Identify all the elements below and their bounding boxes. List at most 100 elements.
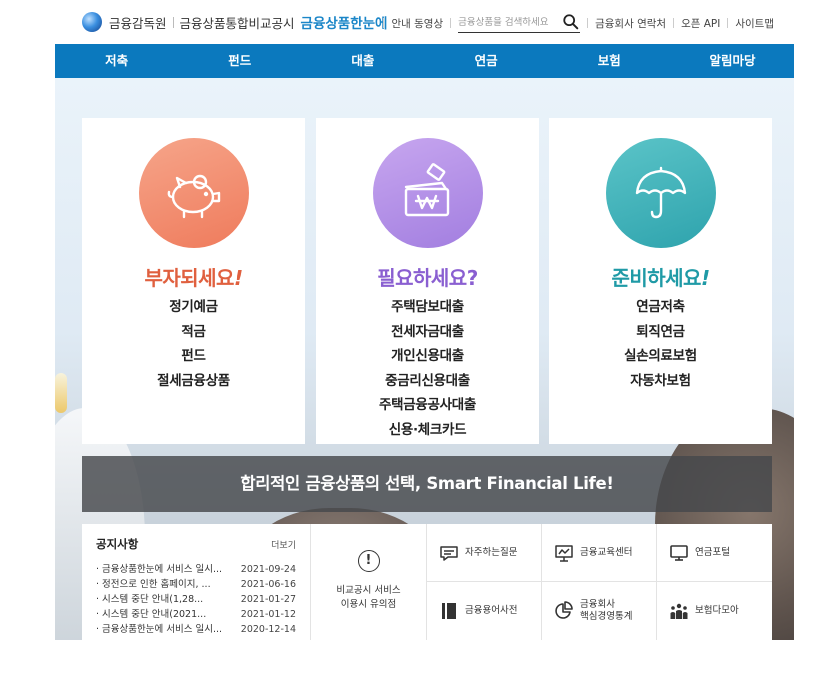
piggy-bank-icon — [167, 174, 220, 219]
logo-service: 금융상품통합비교공시 — [179, 15, 295, 31]
card-need: 필요하세요? 주택담보대출 전세자금대출 개인신용대출 중금리신용대출 주택금융… — [316, 118, 539, 444]
globe-logo-icon — [82, 12, 102, 32]
card-title-mark: ? — [466, 266, 479, 290]
quick-link-label: 연금포털 — [695, 546, 730, 558]
product-link-installment[interactable]: 적금 — [82, 320, 305, 345]
slogan-banner: 합리적인 금융상품의 선택, Smart Financial Life! — [82, 456, 772, 512]
pie-chart-icon — [555, 601, 573, 619]
notice-item[interactable]: 금융상품한눈에 서비스 일시... 2020-12-14 — [96, 622, 296, 637]
nav-item-notice-board[interactable]: 알림마당 — [671, 44, 794, 78]
notice-header: 공지사항 더보기 — [96, 536, 296, 552]
header: 금융감독원 금융상품통합비교공시 금융상품한눈에 안내 동영상 금융회사 연락처… — [0, 0, 832, 44]
card-product-list: 주택담보대출 전세자금대출 개인신용대출 중금리신용대출 주택금융공사대출 신용… — [316, 295, 539, 442]
quick-link-dictionary[interactable]: 금융용어사전 — [427, 582, 542, 640]
notice-item[interactable]: 금융상품한눈에 서비스 일시... 2021-09-24 — [96, 562, 296, 577]
card-title-mark: ! — [700, 266, 710, 290]
notice-item[interactable]: 정전으로 인한 홈페이지, ... 2021-06-16 — [96, 577, 296, 592]
quick-link-label: 금융교육센터 — [580, 546, 633, 558]
card-title: 부자되세요! — [82, 262, 305, 291]
product-link-jeonse-loan[interactable]: 전세자금대출 — [316, 320, 539, 345]
util-divider — [587, 18, 589, 28]
wallet-won-icon — [404, 163, 449, 217]
card-product-list: 정기예금 적금 펀드 절세금융상품 — [82, 295, 305, 393]
card-title-mark: ! — [233, 266, 243, 290]
notice-item-date: 2021-01-27 — [240, 594, 296, 605]
util-divider — [727, 18, 729, 28]
notice-item-date: 2021-01-12 — [240, 609, 296, 620]
product-link-time-deposit[interactable]: 정기예금 — [82, 295, 305, 320]
card-icon-circle — [372, 138, 483, 248]
sitemap-link[interactable]: 사이트맵 — [735, 16, 774, 31]
notice-item-date: 2020-12-14 — [240, 624, 296, 635]
product-link-hf-loan[interactable]: 주택금융공사대출 — [316, 393, 539, 418]
product-link-mid-rate-credit[interactable]: 중금리신용대출 — [316, 369, 539, 394]
card-icon-circle — [605, 138, 716, 248]
card-title-text: 준비하세요 — [611, 266, 701, 290]
quick-link-label: 금융용어사전 — [465, 605, 518, 616]
exclamation-circle-icon: ! — [357, 550, 380, 572]
quick-link-management-stats[interactable]: 금융회사 핵심경영통계 — [542, 582, 657, 640]
background-candle — [55, 373, 67, 413]
nav-item-pension[interactable]: 연금 — [425, 44, 548, 78]
quick-link-insurance-damoa[interactable]: 보험다모아 — [657, 582, 772, 640]
nav-item-fund[interactable]: 펀드 — [178, 44, 301, 78]
product-link-medical-insurance[interactable]: 실손의료보험 — [549, 344, 772, 369]
logo-divider — [172, 16, 174, 28]
umbrella-icon — [635, 166, 686, 219]
product-link-tax-saving[interactable]: 절세금융상품 — [82, 369, 305, 394]
card-product-list: 연금저축 퇴직연금 실손의료보험 자동차보험 — [549, 295, 772, 393]
site-logo[interactable]: 금융감독원 금융상품통합비교공시 금융상품한눈에 — [82, 12, 387, 32]
util-divider — [673, 18, 675, 28]
guide-video-link[interactable]: 안내 동영상 — [391, 16, 443, 31]
quick-link-faq[interactable]: 자주하는질문 — [427, 524, 542, 582]
caution-line-1: 비교공시 서비스 — [336, 585, 401, 596]
notice-section: 공지사항 더보기 금융상품한눈에 서비스 일시... 2021-09-24 정전으… — [82, 524, 311, 640]
quick-link-pension-portal[interactable]: 연금포털 — [657, 524, 772, 582]
chat-bubble-icon — [440, 545, 458, 561]
nav-item-savings[interactable]: 저축 — [55, 44, 178, 78]
notice-title: 공지사항 — [96, 537, 139, 551]
card-title: 준비하세요! — [549, 262, 772, 291]
product-link-auto-insurance[interactable]: 자동차보험 — [549, 369, 772, 394]
card-save: 부자되세요! 정기예금 적금 펀드 절세금융상품 — [82, 118, 305, 444]
open-api-link[interactable]: 오픈 API — [681, 16, 720, 31]
util-divider — [450, 18, 452, 28]
nav-item-insurance[interactable]: 보험 — [548, 44, 671, 78]
notice-more-link[interactable]: 더보기 — [271, 538, 296, 551]
product-link-credit-check-card[interactable]: 신용·체크카드 — [316, 418, 539, 443]
notice-item[interactable]: 시스템 중단 안내(2021... 2021-01-12 — [96, 607, 296, 622]
notice-item-date: 2021-09-24 — [240, 564, 296, 575]
logo-brand: 금융상품한눈에 — [300, 16, 388, 32]
people-group-icon — [670, 603, 688, 619]
utility-links: 안내 동영상 금융회사 연락처 오픈 API 사이트맵 — [376, 13, 774, 33]
card-title: 필요하세요? — [316, 262, 539, 291]
product-link-retirement-pension[interactable]: 퇴직연금 — [549, 320, 772, 345]
search-box — [458, 13, 581, 33]
book-icon — [442, 603, 456, 619]
nav-item-loan[interactable]: 대출 — [301, 44, 424, 78]
notice-item-text: 금융상품한눈에 서비스 일시... — [96, 622, 222, 637]
notice-item[interactable]: 시스템 중단 안내(1,28... 2021-01-27 — [96, 592, 296, 607]
logo-org: 금융감독원 — [109, 15, 167, 31]
quick-link-label: 금융회사 핵심경영통계 — [580, 599, 633, 622]
notice-list: 금융상품한눈에 서비스 일시... 2021-09-24 정전으로 인한 홈페이지… — [96, 562, 296, 637]
service-caution-link[interactable]: ! 비교공시 서비스 이용시 유의점 — [311, 524, 427, 640]
quick-links: 자주하는질문 금융교육센터 연금포털 금융용어사전 금융회사 핵심경영통계 보험… — [427, 524, 772, 640]
quick-link-education[interactable]: 금융교육센터 — [542, 524, 657, 582]
search-icon[interactable] — [562, 13, 580, 31]
presentation-board-icon — [555, 544, 573, 562]
monitor-icon — [670, 544, 688, 561]
card-icon-circle — [138, 138, 249, 248]
notice-item-text: 시스템 중단 안내(1,28... — [96, 592, 203, 607]
product-link-fund[interactable]: 펀드 — [82, 344, 305, 369]
util-divider — [383, 18, 385, 28]
card-title-text: 필요하세요 — [377, 266, 467, 290]
product-link-pension-savings[interactable]: 연금저축 — [549, 295, 772, 320]
product-link-mortgage[interactable]: 주택담보대출 — [316, 295, 539, 320]
product-link-personal-credit[interactable]: 개인신용대출 — [316, 344, 539, 369]
notice-item-text: 정전으로 인한 홈페이지, ... — [96, 577, 211, 592]
search-input[interactable] — [458, 16, 559, 28]
quick-link-label: 보험다모아 — [695, 605, 739, 616]
contact-link[interactable]: 금융회사 연락처 — [595, 16, 666, 31]
main-nav: 저축 펀드 대출 연금 보험 알림마당 — [55, 44, 794, 78]
